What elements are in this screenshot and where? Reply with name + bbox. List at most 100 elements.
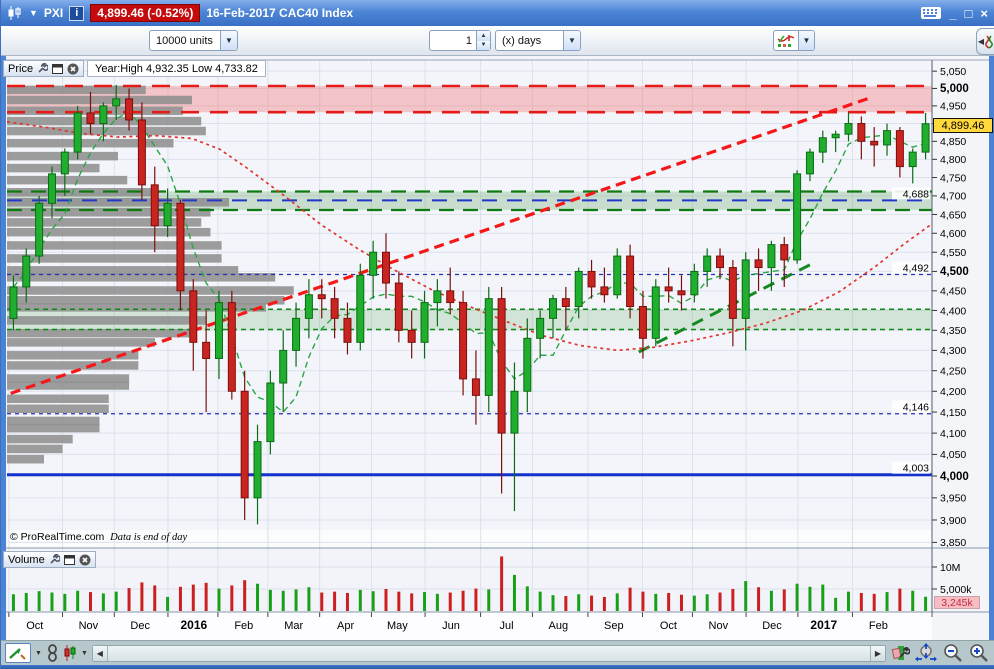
svg-text:4,300: 4,300 bbox=[940, 345, 966, 357]
zoom-out-icon[interactable] bbox=[942, 643, 964, 663]
window-icon[interactable] bbox=[52, 63, 64, 74]
level-label: 4,146 bbox=[903, 402, 929, 414]
svg-text:Aug: Aug bbox=[549, 620, 569, 632]
chart-style-candles-button[interactable] bbox=[63, 643, 77, 663]
symbol-dropdown-caret[interactable]: ▼ bbox=[29, 8, 38, 18]
svg-text:4,100: 4,100 bbox=[940, 428, 966, 440]
svg-text:4,750: 4,750 bbox=[940, 172, 966, 184]
info-icon[interactable]: i bbox=[69, 5, 85, 21]
svg-text:5,000k: 5,000k bbox=[940, 584, 972, 596]
price-pane-header: Price bbox=[3, 60, 85, 77]
volume-pane-label: Volume bbox=[8, 553, 45, 566]
spinner-up-icon[interactable]: ▲ bbox=[477, 31, 490, 41]
svg-text:3,850: 3,850 bbox=[940, 537, 966, 549]
svg-text:Mar: Mar bbox=[284, 620, 303, 632]
svg-text:4,200: 4,200 bbox=[940, 386, 966, 398]
svg-text:4,600: 4,600 bbox=[940, 228, 966, 240]
collapse-left-icon: ◀ bbox=[977, 37, 985, 46]
price-chart-canvas[interactable]: 4,688 4,492 4,146 4,003 3,850 3,900 3,950 4,000… bbox=[1, 56, 994, 640]
svg-text:5,000: 5,000 bbox=[940, 83, 969, 95]
last-price-change-badge: 4,899.46 (-0.52%) bbox=[90, 4, 201, 22]
level-label: 4,003 bbox=[903, 463, 929, 475]
link-icon[interactable] bbox=[46, 643, 59, 663]
window-bottom-frame bbox=[1, 665, 994, 669]
current-volume-badge: 3,245k bbox=[934, 596, 980, 609]
window-title: 16-Feb-2017 CAC40 Index bbox=[206, 6, 354, 20]
svg-text:Dec: Dec bbox=[762, 620, 782, 632]
mini-quotes-icon bbox=[985, 34, 993, 49]
scroll-right-icon[interactable]: ▶ bbox=[870, 645, 885, 661]
svg-text:Feb: Feb bbox=[234, 620, 253, 632]
close-pane-icon[interactable] bbox=[67, 63, 79, 75]
chart-style-caret[interactable]: ▼ bbox=[81, 650, 88, 657]
svg-text:Sep: Sep bbox=[604, 620, 624, 632]
symbol-label: PXI bbox=[43, 6, 64, 20]
scrollbar-thumb[interactable] bbox=[107, 645, 870, 661]
svg-text:4,950: 4,950 bbox=[940, 101, 966, 113]
chart-type-button[interactable]: ▼ bbox=[773, 30, 815, 51]
svg-text:4,650: 4,650 bbox=[940, 209, 966, 221]
close-pane-icon[interactable] bbox=[79, 554, 91, 566]
spinner-down-icon[interactable]: ▼ bbox=[477, 40, 490, 50]
interval-spinner[interactable]: 1 ▲ ▼ bbox=[429, 30, 491, 51]
svg-text:Dec: Dec bbox=[130, 620, 150, 632]
close-button[interactable]: × bbox=[980, 6, 988, 21]
svg-text:3,950: 3,950 bbox=[940, 493, 966, 505]
window-titlebar: ▼ PXI i 4,899.46 (-0.52%) 16-Feb-2017 CA… bbox=[1, 0, 994, 26]
svg-text:4,800: 4,800 bbox=[940, 154, 966, 166]
volume-pane-header: Volume bbox=[3, 551, 96, 568]
wrench-icon[interactable] bbox=[49, 554, 60, 565]
units-dropdown[interactable]: 10000 units ▼ bbox=[149, 30, 238, 51]
application-window: ▼ PXI i 4,899.46 (-0.52%) 16-Feb-2017 CA… bbox=[0, 0, 994, 669]
svg-text:4,250: 4,250 bbox=[940, 366, 966, 378]
year-range-info: Year:High 4,932.35 Low 4,733.82 bbox=[87, 60, 266, 77]
bottom-toolbar: ▼ ▼ ◀ ▶ bbox=[1, 640, 994, 665]
window-icon[interactable] bbox=[63, 554, 75, 565]
svg-text:Apr: Apr bbox=[337, 620, 354, 632]
candlestick-logo-icon bbox=[7, 6, 23, 20]
svg-text:4,000: 4,000 bbox=[940, 471, 969, 483]
level-label: 4,492 bbox=[903, 263, 929, 275]
zoom-in-icon[interactable] bbox=[968, 643, 990, 663]
svg-text:Jun: Jun bbox=[442, 620, 460, 632]
copyright-note: © ProRealTime.com Data is end of day bbox=[10, 531, 188, 543]
svg-text:May: May bbox=[387, 620, 408, 632]
svg-text:Nov: Nov bbox=[709, 620, 729, 632]
units-dropdown-caret[interactable]: ▼ bbox=[220, 31, 237, 50]
data-note: Data is end of day bbox=[110, 532, 188, 543]
chart-type-icon bbox=[774, 33, 798, 48]
chart-area: 4,688 4,492 4,146 4,003 3,850 3,900 3,950 4,000… bbox=[1, 56, 994, 640]
svg-text:2016: 2016 bbox=[180, 618, 207, 632]
chart-settings-button[interactable] bbox=[890, 643, 910, 663]
svg-text:4,050: 4,050 bbox=[940, 449, 966, 461]
svg-text:4,150: 4,150 bbox=[940, 407, 966, 419]
svg-text:10M: 10M bbox=[940, 562, 960, 574]
maximize-button[interactable]: □ bbox=[965, 6, 973, 21]
svg-text:3,900: 3,900 bbox=[940, 515, 966, 527]
chart-type-caret[interactable]: ▼ bbox=[798, 31, 814, 50]
chart-toolbar: 10000 units ▼ 1 ▲ ▼ (x) days ▼ ▼ ◀ bbox=[1, 26, 994, 56]
svg-text:Jul: Jul bbox=[499, 620, 513, 632]
svg-text:4,350: 4,350 bbox=[940, 325, 966, 337]
horizontal-scrollbar[interactable]: ◀ ▶ bbox=[91, 644, 886, 662]
svg-text:5,050: 5,050 bbox=[940, 66, 966, 78]
minimize-button[interactable]: _ bbox=[949, 6, 956, 21]
timeframe-dropdown-caret[interactable]: ▼ bbox=[563, 31, 580, 50]
svg-text:4,700: 4,700 bbox=[940, 191, 966, 203]
svg-text:2017: 2017 bbox=[810, 618, 837, 632]
svg-text:4,450: 4,450 bbox=[940, 286, 966, 298]
wrench-icon[interactable] bbox=[37, 63, 49, 74]
timeframe-dropdown[interactable]: (x) days ▼ bbox=[495, 30, 581, 51]
drawing-tools-button[interactable] bbox=[5, 643, 31, 663]
svg-text:Feb: Feb bbox=[869, 620, 888, 632]
zoom-fit-icon[interactable] bbox=[914, 643, 938, 663]
keyboard-icon[interactable] bbox=[921, 7, 942, 19]
svg-text:4,400: 4,400 bbox=[940, 305, 966, 317]
svg-text:4,850: 4,850 bbox=[940, 136, 966, 148]
scroll-left-icon[interactable]: ◀ bbox=[92, 645, 108, 661]
drawing-tools-caret[interactable]: ▼ bbox=[35, 650, 42, 657]
svg-text:4,550: 4,550 bbox=[940, 247, 966, 259]
svg-text:Nov: Nov bbox=[79, 620, 99, 632]
sidebar-collapse-handle[interactable]: ◀ bbox=[976, 28, 994, 55]
last-price-axis-badge: 4,899.46 bbox=[933, 118, 993, 133]
